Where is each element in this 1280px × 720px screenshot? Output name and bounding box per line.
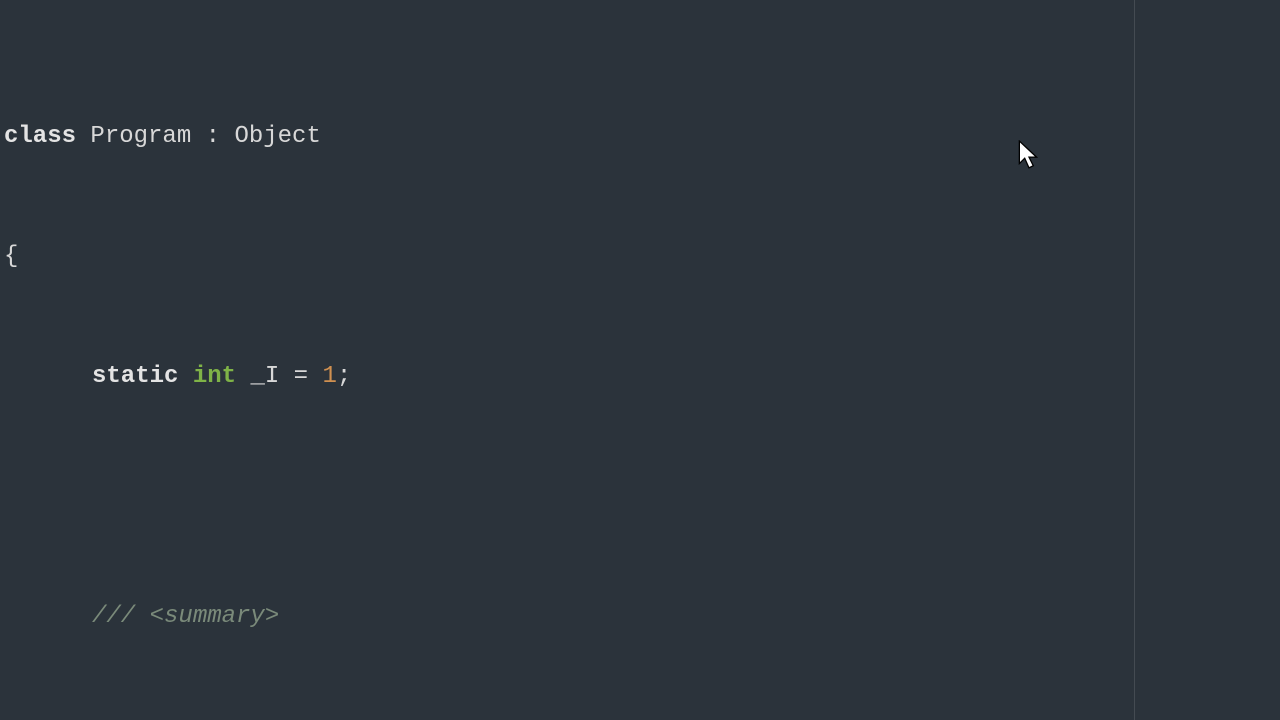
code-text: Program : Object	[90, 123, 320, 150]
code-line[interactable]: {	[0, 242, 1280, 272]
code-line-blank[interactable]	[0, 482, 1280, 512]
keyword-static: static	[92, 363, 193, 390]
code-line[interactable]: /// <summary>	[0, 602, 1280, 632]
code-text: _I =	[250, 363, 322, 390]
code-editor[interactable]: class Program : Object { static int _I =…	[0, 0, 1280, 720]
xml-doc-comment: /// <summary>	[92, 603, 279, 630]
code-line[interactable]: static int _I = 1;	[0, 362, 1280, 392]
keyword-class: class	[4, 123, 90, 150]
number-literal: 1	[322, 363, 336, 390]
brace-open: {	[4, 243, 18, 270]
code-line[interactable]: class Program : Object	[0, 122, 1280, 152]
code-text: ;	[337, 363, 351, 390]
type-int: int	[193, 363, 251, 390]
